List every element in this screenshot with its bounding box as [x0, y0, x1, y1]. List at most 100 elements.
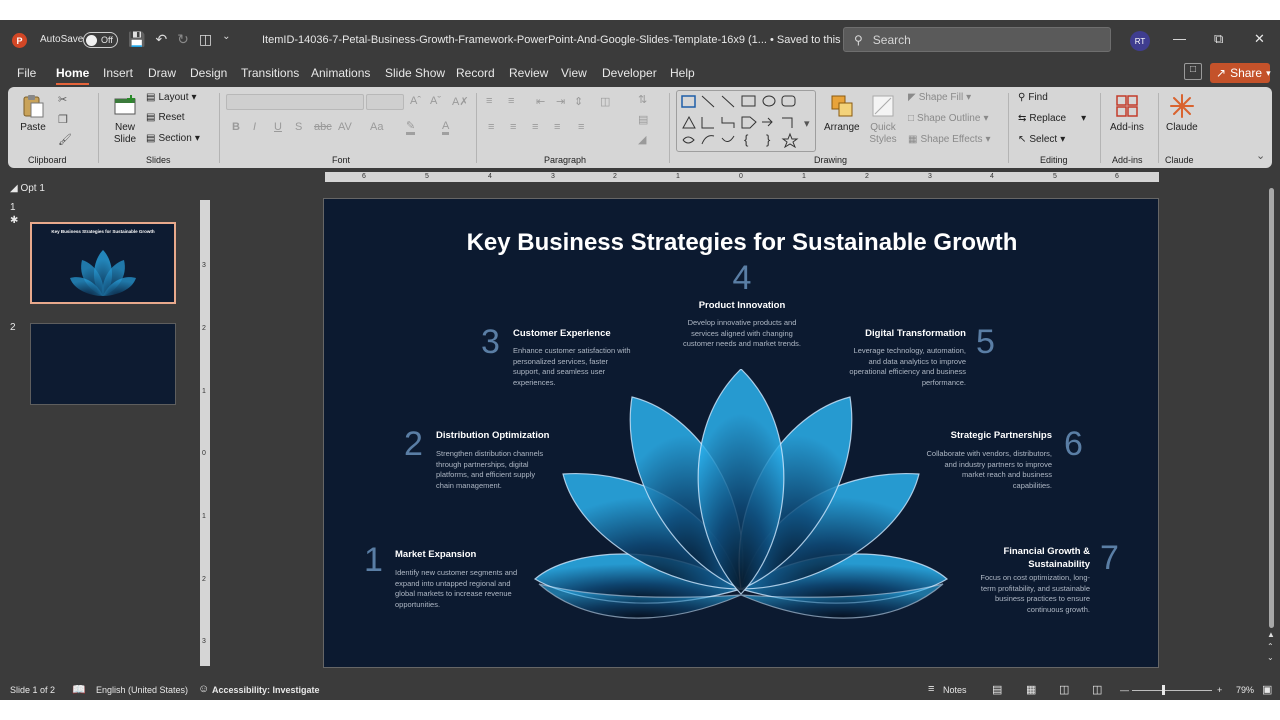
item-title-4[interactable]: Product Innovation	[642, 300, 842, 311]
decrease-indent-icon[interactable]: ⇤	[536, 95, 545, 108]
collapse-ribbon-icon[interactable]: ⌄	[1256, 149, 1265, 162]
save-icon[interactable]: 💾	[128, 31, 145, 48]
avatar[interactable]: RT	[1130, 31, 1150, 51]
tab-review[interactable]: Review	[509, 66, 548, 80]
align-right-icon[interactable]: ≡	[532, 121, 538, 133]
claude-button[interactable]: Claude	[1166, 93, 1198, 133]
item-title-1[interactable]: Market Expansion	[395, 549, 476, 560]
undo-icon[interactable]: ↶	[155, 31, 167, 48]
comments-button[interactable]: □	[1184, 63, 1202, 80]
strikethrough-icon[interactable]: abc	[314, 121, 332, 133]
reset-button[interactable]: ▤ Reset	[146, 112, 185, 123]
numbering-icon[interactable]: ≡	[508, 95, 514, 107]
shape-fill-button[interactable]: ◤ Shape Fill ▾	[908, 92, 971, 103]
replace-button[interactable]: ⇆ Replace ▾	[1018, 113, 1086, 124]
next-slide-icon[interactable]: ⌄	[1267, 653, 1274, 662]
align-center-icon[interactable]: ≡	[510, 121, 516, 133]
arrange-button[interactable]: Arrange	[824, 93, 860, 133]
bullets-icon[interactable]: ≡	[486, 95, 492, 107]
change-case-icon[interactable]: Aa	[370, 121, 383, 133]
tab-transitions[interactable]: Transitions	[241, 66, 299, 80]
line-spacing-icon[interactable]: ⇕	[574, 95, 583, 108]
minimize-icon[interactable]: —	[1173, 31, 1186, 46]
tab-developer[interactable]: Developer	[602, 66, 657, 80]
find-button[interactable]: ⚲ Find	[1018, 92, 1048, 103]
redo-icon[interactable]: ↻	[177, 31, 189, 48]
align-left-icon[interactable]: ≡	[488, 121, 494, 133]
zoom-slider[interactable]	[1132, 690, 1212, 691]
cut-icon[interactable]: ✂	[58, 93, 67, 106]
fit-to-window-icon[interactable]: ▣	[1262, 683, 1272, 696]
decrease-font-icon[interactable]: Aˇ	[430, 95, 441, 107]
underline-icon[interactable]: U	[274, 121, 282, 133]
accessibility-icon[interactable]: ☺	[198, 683, 209, 695]
search-input[interactable]: ⚲ Search	[843, 27, 1111, 52]
tab-slide-show[interactable]: Slide Show	[385, 66, 445, 80]
clear-formatting-icon[interactable]: A✗	[452, 95, 469, 108]
justify-icon[interactable]: ≡	[554, 121, 560, 133]
normal-view-icon[interactable]: ▤	[992, 683, 1002, 696]
format-painter-icon[interactable]: 🖌	[58, 133, 72, 146]
new-slide-button[interactable]: New Slide	[108, 93, 142, 146]
slide-title[interactable]: Key Business Strategies for Sustainable …	[324, 229, 1158, 257]
section-button[interactable]: ▤ Section ▾	[146, 133, 200, 144]
zoom-in-icon[interactable]: +	[1217, 685, 1222, 695]
document-title[interactable]: ItemID-14036-7-Petal-Business-Growth-Fra…	[262, 34, 859, 46]
section-header[interactable]: ◢ Opt 1	[10, 183, 45, 194]
tab-insert[interactable]: Insert	[103, 66, 133, 80]
font-color-icon[interactable]: A	[442, 121, 450, 135]
slide-sorter-icon[interactable]: ▦	[1026, 683, 1036, 696]
item-title-5[interactable]: Digital Transformation	[806, 328, 966, 339]
columns-icon[interactable]: ◫	[600, 95, 610, 108]
item-body-4[interactable]: Develop innovative products and services…	[682, 318, 802, 350]
bold-icon[interactable]: B	[232, 121, 240, 133]
item-body-5[interactable]: Leverage technology, automation, and dat…	[842, 346, 966, 388]
slideshow-icon[interactable]: ◫	[1092, 683, 1102, 696]
shape-effects-button[interactable]: ▦ Shape Effects ▾	[908, 134, 991, 145]
tab-file[interactable]: File	[17, 66, 36, 80]
accessibility-status[interactable]: Accessibility: Investigate	[212, 685, 320, 695]
item-body-6[interactable]: Collaborate with vendors, distributors, …	[924, 449, 1052, 491]
text-direction-icon[interactable]: ⇅	[638, 93, 647, 106]
item-body-7[interactable]: Focus on cost optimization, long-term pr…	[966, 573, 1090, 615]
tab-draw[interactable]: Draw	[148, 66, 176, 80]
notes-icon[interactable]: ≡	[928, 683, 934, 695]
vertical-scrollbar[interactable]: ▲ ⌃ ⌄	[1266, 176, 1276, 664]
copy-icon[interactable]: ❐	[58, 113, 68, 126]
item-title-3[interactable]: Customer Experience	[513, 328, 611, 339]
slide-counter[interactable]: Slide 1 of 2	[10, 685, 55, 695]
select-button[interactable]: ↖ Select ▾	[1018, 134, 1065, 145]
present-icon[interactable]: ◫	[199, 31, 212, 48]
distributed-icon[interactable]: ≡	[578, 121, 584, 133]
scroll-up-icon[interactable]: ▲	[1267, 630, 1275, 639]
customize-qat-icon[interactable]: ⌄	[222, 31, 230, 48]
notes-button[interactable]: Notes	[943, 685, 967, 695]
lotus-illustration[interactable]	[529, 369, 954, 639]
share-button[interactable]: ↗ Share ▾	[1210, 63, 1271, 83]
item-title-7[interactable]: Financial Growth & Sustainability	[970, 545, 1090, 571]
spelling-icon[interactable]: 📖	[72, 683, 86, 696]
increase-indent-icon[interactable]: ⇥	[556, 95, 565, 108]
layout-button[interactable]: ▤ Layout ▾	[146, 92, 197, 103]
zoom-slider-thumb[interactable]	[1162, 685, 1165, 695]
tab-home[interactable]: Home	[56, 66, 90, 85]
increase-font-icon[interactable]: Aˆ	[410, 95, 421, 107]
smartart-icon[interactable]: ◢	[638, 133, 646, 146]
shape-outline-button[interactable]: □ Shape Outline ▾	[908, 113, 988, 124]
tab-animations[interactable]: Animations	[311, 66, 370, 80]
restore-icon[interactable]: ⧉	[1214, 31, 1223, 47]
tab-view[interactable]: View	[561, 66, 587, 80]
font-size-dropdown[interactable]	[366, 94, 404, 110]
item-body-3[interactable]: Enhance customer satisfaction with perso…	[513, 346, 631, 388]
item-title-2[interactable]: Distribution Optimization	[436, 430, 549, 441]
more-shapes-icon[interactable]: ▾	[804, 117, 810, 130]
close-icon[interactable]: ✕	[1254, 31, 1265, 47]
item-body-1[interactable]: Identify new customer segments and expan…	[395, 568, 525, 610]
character-spacing-icon[interactable]: AV	[338, 121, 352, 133]
align-text-icon[interactable]: ▤	[638, 113, 648, 126]
tab-help[interactable]: Help	[670, 66, 695, 80]
reading-view-icon[interactable]: ◫	[1059, 683, 1069, 696]
slide-thumbnail-1[interactable]: Key Business Strategies for Sustainable …	[29, 221, 177, 305]
highlight-icon[interactable]: ✎	[406, 121, 416, 135]
previous-slide-icon[interactable]: ⌃	[1267, 642, 1274, 651]
